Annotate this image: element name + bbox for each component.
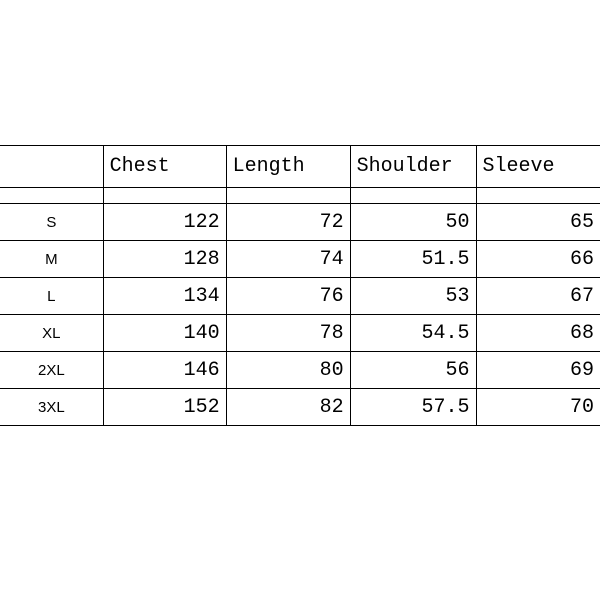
size-chart-container: Chest Length Shoulder Sleeve S 122 72 50…	[0, 0, 600, 426]
length-cell: 82	[226, 389, 350, 426]
shoulder-cell: 57.5	[350, 389, 476, 426]
size-cell: 2XL	[0, 352, 103, 389]
table-row: L 134 76 53 67	[0, 278, 600, 315]
table-header-row: Chest Length Shoulder Sleeve	[0, 146, 600, 188]
size-cell: 3XL	[0, 389, 103, 426]
sleeve-cell: 65	[476, 204, 600, 241]
header-empty	[0, 146, 103, 188]
chest-cell: 152	[103, 389, 226, 426]
chest-cell: 134	[103, 278, 226, 315]
shoulder-cell: 53	[350, 278, 476, 315]
table-row: XL 140 78 54.5 68	[0, 315, 600, 352]
length-cell: 78	[226, 315, 350, 352]
spacer-row	[0, 188, 600, 204]
size-cell: L	[0, 278, 103, 315]
table-row: 2XL 146 80 56 69	[0, 352, 600, 389]
shoulder-cell: 54.5	[350, 315, 476, 352]
sleeve-cell: 69	[476, 352, 600, 389]
length-cell: 76	[226, 278, 350, 315]
sleeve-cell: 67	[476, 278, 600, 315]
sleeve-cell: 68	[476, 315, 600, 352]
chest-cell: 128	[103, 241, 226, 278]
header-shoulder: Shoulder	[350, 146, 476, 188]
chest-cell: 146	[103, 352, 226, 389]
shoulder-cell: 50	[350, 204, 476, 241]
sleeve-cell: 66	[476, 241, 600, 278]
size-cell: S	[0, 204, 103, 241]
shoulder-cell: 51.5	[350, 241, 476, 278]
table-row: M 128 74 51.5 66	[0, 241, 600, 278]
chest-cell: 140	[103, 315, 226, 352]
size-cell: M	[0, 241, 103, 278]
header-sleeve: Sleeve	[476, 146, 600, 188]
table-row: 3XL 152 82 57.5 70	[0, 389, 600, 426]
length-cell: 72	[226, 204, 350, 241]
size-chart-table: Chest Length Shoulder Sleeve S 122 72 50…	[0, 145, 600, 426]
size-cell: XL	[0, 315, 103, 352]
table-row: S 122 72 50 65	[0, 204, 600, 241]
chest-cell: 122	[103, 204, 226, 241]
length-cell: 74	[226, 241, 350, 278]
length-cell: 80	[226, 352, 350, 389]
sleeve-cell: 70	[476, 389, 600, 426]
shoulder-cell: 56	[350, 352, 476, 389]
header-chest: Chest	[103, 146, 226, 188]
header-length: Length	[226, 146, 350, 188]
